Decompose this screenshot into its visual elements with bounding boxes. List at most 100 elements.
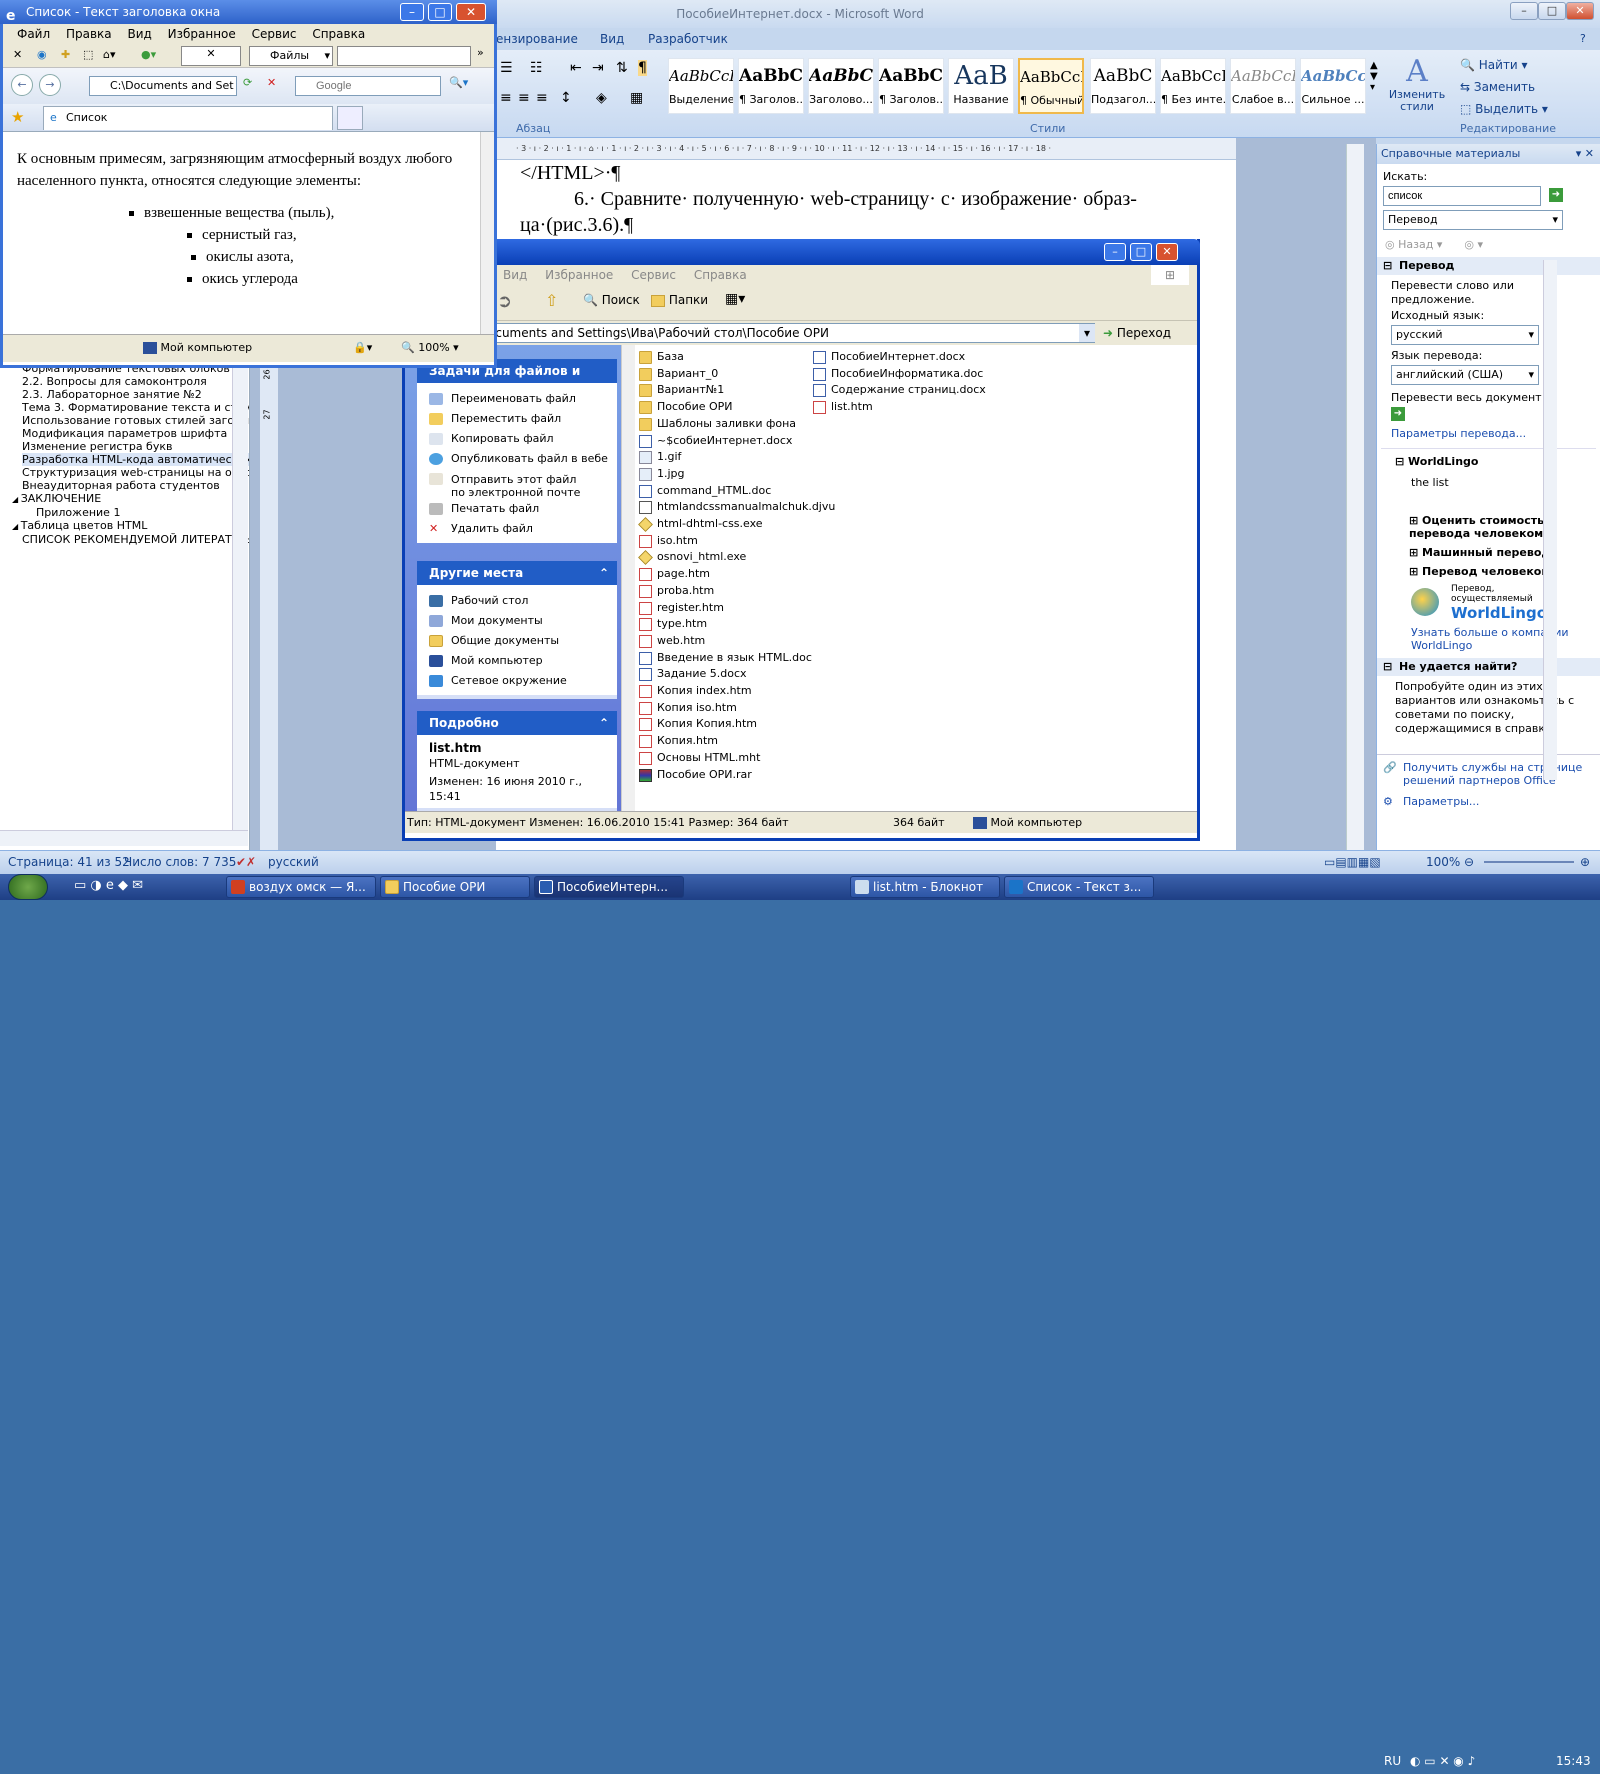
file-item[interactable]: Введение в язык HTML.doc [639, 650, 812, 666]
style-normal[interactable]: AaBbCcI ¶ Обычный [1018, 58, 1084, 114]
machine-item[interactable]: ⊞ Машинный перевод [1381, 540, 1596, 559]
folders-button[interactable]: Папки [651, 293, 708, 307]
compat-icon[interactable]: ✕ [181, 46, 241, 66]
zoom-out-icon[interactable]: ⊖ [1464, 851, 1474, 873]
file-item[interactable]: База [639, 349, 684, 365]
ie-scrollbar[interactable] [480, 132, 494, 334]
tab-review[interactable]: ензирование [496, 32, 578, 46]
menu-view[interactable]: Вид [127, 27, 151, 41]
justify-icon[interactable]: ≡ [536, 90, 548, 106]
chevron-icon[interactable]: » [477, 46, 484, 59]
borders-icon[interactable]: ▦ [630, 90, 643, 106]
nav-item[interactable]: 2.2. Вопросы для самоконтроля [22, 375, 249, 388]
select-button[interactable]: ⬚ Выделить ▾ [1460, 98, 1560, 120]
nav-item[interactable]: 2.3. Лабораторное занятие №2 [22, 388, 249, 401]
spelling-icon[interactable]: ✔✗ [236, 851, 256, 873]
file-item[interactable]: Копия Копия.htm [639, 716, 757, 732]
tab-developer[interactable]: Разработчик [648, 32, 728, 46]
close-tab-icon[interactable]: ✕ [13, 48, 22, 61]
tab-view[interactable]: Вид [600, 32, 624, 46]
research-scrollbar[interactable] [1543, 260, 1557, 780]
maximize-button[interactable]: □ [428, 3, 452, 21]
refresh-icon[interactable]: ⟳ [243, 76, 252, 89]
new-tab-button[interactable] [337, 106, 363, 130]
maximize-button[interactable]: □ [1130, 243, 1152, 261]
menu-favorites[interactable]: Избранное [545, 268, 613, 282]
places-header[interactable]: Другие места ⌃ [417, 561, 617, 585]
address-input[interactable]: C:\Documents and Set [89, 76, 237, 96]
file-item[interactable]: web.htm [639, 633, 705, 649]
file-item[interactable]: ПособиеИнтернет.docx [813, 349, 965, 365]
collapse-icon[interactable]: ◢ [12, 495, 21, 504]
help-icon[interactable]: ? [1580, 32, 1586, 45]
maximize-button[interactable]: □ [1538, 2, 1566, 20]
menu-tools[interactable]: Сервис [631, 268, 676, 282]
service-select[interactable]: Перевод ▾ [1383, 210, 1563, 230]
menu-edit[interactable]: Правка [66, 27, 112, 41]
file-item[interactable]: Копия.htm [639, 733, 718, 749]
file-item[interactable]: osnovi_html.exe [638, 549, 746, 566]
details-header[interactable]: Подробно ⌃ [417, 711, 617, 735]
left-scrollbar[interactable] [621, 345, 635, 811]
not-found-header[interactable]: ⊟ Не удается найти? [1377, 658, 1600, 676]
find-button[interactable]: 🔍 Найти ▾ [1460, 54, 1560, 76]
worldlingo-logo[interactable]: Перевод, осуществляемый WorldLingo [1411, 584, 1596, 624]
minimize-button[interactable]: – [1104, 243, 1126, 261]
sort-icon[interactable]: ⇅ [616, 60, 628, 76]
protected-mode-icon[interactable]: 🔒▾ [353, 335, 372, 361]
line-spacing-icon[interactable]: ↕ [560, 90, 572, 106]
zoom-in-icon[interactable]: ⊕ [1580, 851, 1590, 873]
menu-help[interactable]: Справка [694, 268, 747, 282]
translate-section-header[interactable]: ⊟ Перевод [1377, 257, 1600, 275]
start-button[interactable] [8, 874, 48, 900]
task-email[interactable]: Отправить этот файл по электронной почте [429, 469, 617, 499]
address-dropdown-icon[interactable]: ▾ [1079, 324, 1095, 342]
style-heading3[interactable]: AaBbC ¶ Заголов... [878, 58, 944, 114]
task-copy[interactable]: Копировать файл [429, 429, 617, 449]
human-item[interactable]: ⊞ Перевод человеком [1381, 559, 1596, 578]
estimate-item[interactable]: ⊞ Оценить стоимость перевода человеком [1381, 490, 1596, 540]
file-item[interactable]: Копия iso.htm [639, 700, 737, 716]
search-button[interactable]: 🔍 Поиск [583, 293, 640, 307]
place-network[interactable]: Сетевое окружение [429, 671, 617, 691]
close-pane-icon[interactable]: ▾ ✕ [1576, 144, 1600, 164]
forward-icon[interactable]: ➲ [497, 291, 512, 312]
go-button[interactable]: ➜ Переход [1103, 324, 1171, 342]
replace-button[interactable]: ⇆ Заменить [1460, 76, 1560, 98]
align-center-icon[interactable]: ≡ [518, 90, 530, 106]
address-input[interactable]: ocuments and Settings\Ива\Рабочий стол\П… [485, 323, 1095, 343]
view-buttons-icon[interactable]: ▭▤▥▦▧ [1324, 851, 1381, 873]
file-item[interactable]: ~$собиеИнтернет.docx [639, 433, 792, 449]
place-shared-documents[interactable]: Общие документы [429, 631, 617, 651]
stop-icon[interactable]: ✕ [267, 76, 276, 89]
views-icon[interactable]: ▦▾ [725, 291, 745, 307]
file-item[interactable]: type.htm [639, 616, 707, 632]
back-icon[interactable]: ← [11, 74, 33, 96]
feeds-icon[interactable]: ⬚ [83, 48, 93, 61]
styles-scroll-icon[interactable]: ▲ ▼ ▾ [1370, 60, 1378, 93]
file-item[interactable]: Вариант№1 [639, 382, 724, 398]
file-item[interactable]: Шаблоны заливки фона [639, 416, 796, 432]
back-button[interactable]: ◎ Назад ▾ [1385, 238, 1442, 251]
style-title[interactable]: AaB Название [948, 58, 1014, 114]
nav-item[interactable]: ◢ Таблица цветов HTML [12, 519, 249, 533]
menu-file[interactable]: Файл [17, 27, 50, 41]
worldlingo-header[interactable]: ⊟ WorldLingo [1381, 455, 1596, 468]
horizontal-ruler[interactable]: · 3 · ı · 2 · ı · 1 · ı · ⌂ · ı · 1 · ı … [496, 138, 1236, 160]
place-my-computer[interactable]: Мой компьютер [429, 651, 617, 671]
nav-item[interactable]: Внеаудиторная работа студентов [22, 479, 249, 492]
zoom-control[interactable]: 🔍 100% ▾ [401, 335, 459, 361]
file-item[interactable]: Пособие ОРИ [639, 399, 733, 415]
language-indicator[interactable]: RU [1384, 1748, 1401, 1774]
favorites-star-icon[interactable]: ★ [11, 108, 24, 126]
tray-icons[interactable]: ◐ ▭ ✕ ◉ ♪ [1410, 1748, 1475, 1774]
task-ie[interactable]: Список - Текст з... [1004, 876, 1154, 898]
add-favorite-icon[interactable]: ✚ [61, 48, 70, 61]
task-folder[interactable]: Пособие ОРИ [380, 876, 530, 898]
tab-list[interactable]: e Список [43, 106, 333, 130]
file-item[interactable]: ПособиеИнформатика.doc [813, 366, 983, 382]
multilevel-list-icon[interactable]: ☷ [530, 60, 543, 76]
style-intense-emphasis[interactable]: AaBbCcI Сильное ... [1300, 58, 1366, 114]
task-print[interactable]: Печатать файл [429, 499, 617, 519]
nav-scrollbar[interactable] [232, 360, 248, 830]
